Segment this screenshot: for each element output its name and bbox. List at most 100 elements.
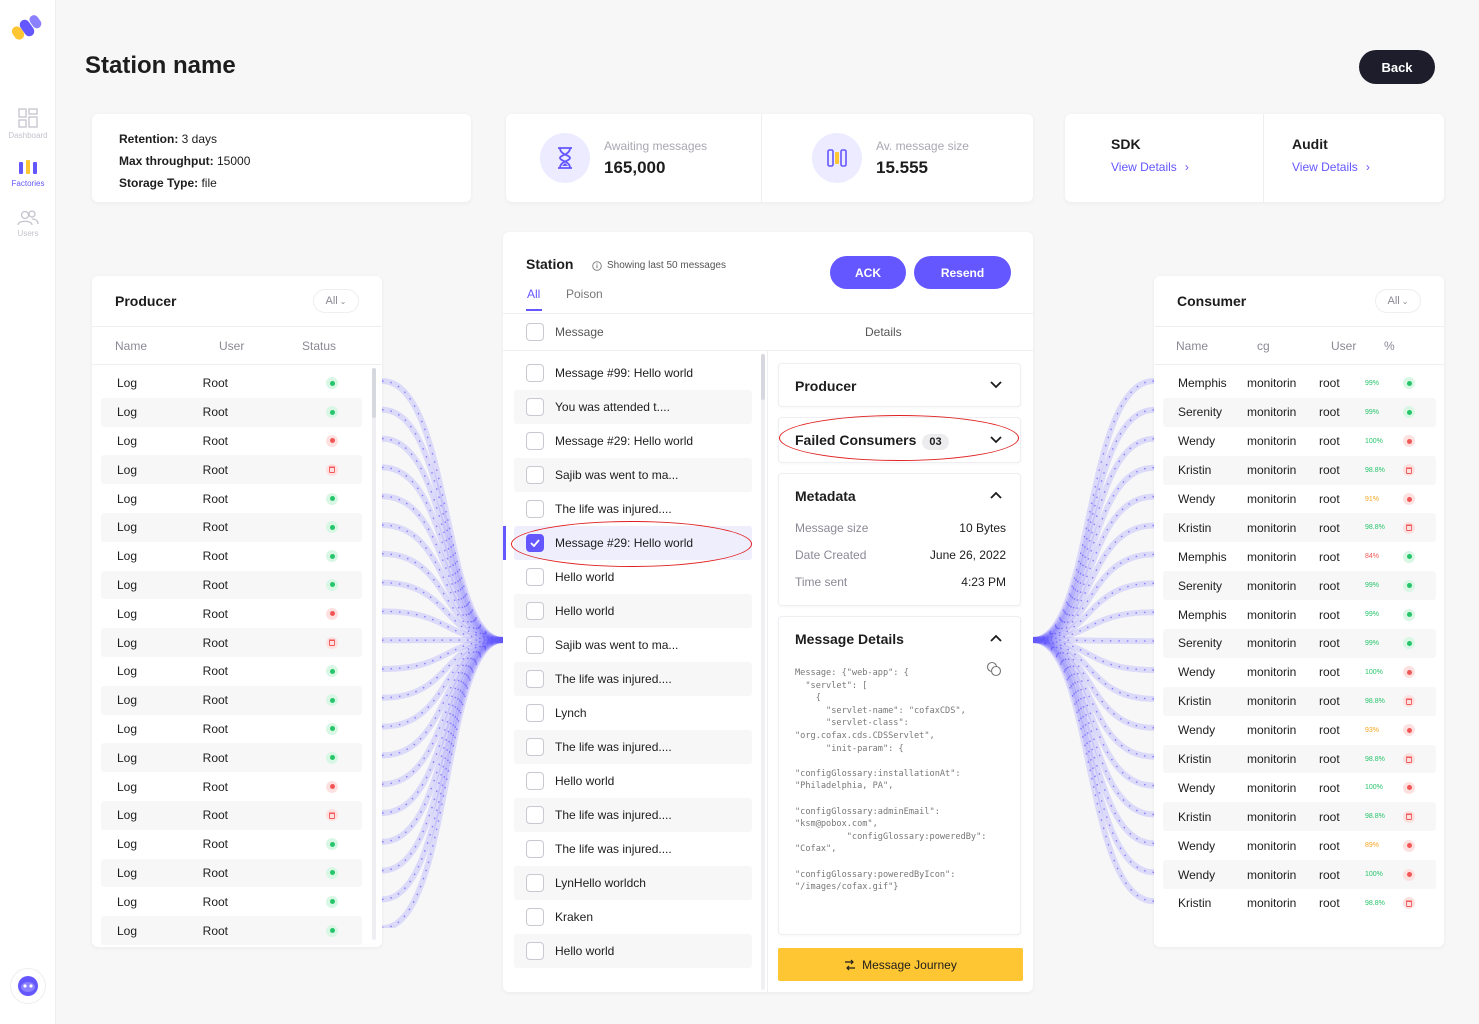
consumer-row[interactable]: Serenity monitorin root 99%: [1163, 571, 1436, 601]
sidebar-item-factories[interactable]: Factories: [0, 160, 56, 188]
status-error-icon: [1403, 781, 1415, 794]
consumer-row[interactable]: Memphis monitorin root 84%: [1163, 542, 1436, 571]
message-row[interactable]: The life was injured....: [514, 798, 752, 832]
message-checkbox[interactable]: [526, 806, 544, 824]
consumer-row[interactable]: Serenity monitorin root 99%: [1163, 397, 1436, 427]
message-checkbox[interactable]: [526, 568, 544, 586]
message-row[interactable]: Hello world: [514, 934, 752, 968]
producer-user: Root: [202, 837, 229, 852]
sidebar-item-dashboard[interactable]: Dashboard: [0, 108, 56, 140]
producer-row[interactable]: Log Root: [101, 657, 362, 686]
consumer-row[interactable]: Serenity monitorin root 99%: [1163, 629, 1436, 658]
message-checkbox[interactable]: [526, 636, 544, 654]
consumer-row[interactable]: Kristin monitorin root 98.8%: [1163, 455, 1436, 485]
producer-row[interactable]: Log Root: [101, 397, 362, 427]
message-row[interactable]: Kraken: [514, 900, 752, 934]
chevron-up-icon[interactable]: [990, 491, 1002, 499]
producer-row[interactable]: Log Root: [101, 484, 362, 513]
select-all-checkbox[interactable]: [526, 323, 544, 341]
audit-view-details-link[interactable]: View Details ›: [1292, 160, 1398, 174]
sidebar-item-users[interactable]: Users: [0, 210, 56, 238]
message-checkbox[interactable]: [526, 670, 544, 688]
message-row[interactable]: Message #29: Hello world: [514, 424, 752, 458]
message-row[interactable]: Message #99: Hello world: [514, 356, 752, 390]
producer-row[interactable]: Log Root: [101, 916, 362, 945]
back-button[interactable]: Back: [1359, 50, 1435, 84]
message-row[interactable]: You was attended t....: [514, 390, 752, 424]
message-checkbox[interactable]: [526, 738, 544, 756]
producer-filter-select[interactable]: All ⌄: [313, 289, 359, 313]
message-checkbox[interactable]: [526, 942, 544, 960]
sdk-view-details-link[interactable]: View Details ›: [1111, 160, 1217, 174]
consumer-row[interactable]: Memphis monitorin root 99%: [1163, 369, 1436, 398]
chevron-up-icon[interactable]: [990, 634, 1002, 642]
message-journey-button[interactable]: Message Journey: [778, 948, 1023, 981]
message-checkbox[interactable]: [526, 704, 544, 722]
producer-row[interactable]: Log Root: [101, 599, 362, 628]
message-row[interactable]: Lynch: [514, 696, 752, 730]
message-checkbox[interactable]: [526, 602, 544, 620]
message-row[interactable]: Sajib was went to ma...: [514, 458, 752, 492]
consumer-row[interactable]: Wendy monitorin root 89%: [1163, 831, 1436, 860]
producer-detail-accordion[interactable]: Producer: [778, 363, 1021, 407]
message-row[interactable]: The life was injured....: [514, 662, 752, 696]
consumer-row[interactable]: Memphis monitorin root 99%: [1163, 600, 1436, 629]
message-row[interactable]: Sajib was went to ma...: [514, 628, 752, 662]
producer-row[interactable]: Log Root: [101, 800, 362, 830]
message-row[interactable]: LynHello worldch: [514, 866, 752, 900]
producer-row[interactable]: Log Root: [101, 427, 362, 456]
consumer-row[interactable]: Kristin monitorin root 98.8%: [1163, 513, 1436, 543]
producer-row[interactable]: Log Root: [101, 830, 362, 859]
message-checkbox[interactable]: [526, 500, 544, 518]
producer-row[interactable]: Log Root: [101, 685, 362, 715]
consumer-row[interactable]: Wendy monitorin root 91%: [1163, 485, 1436, 514]
message-row[interactable]: Hello world: [514, 594, 752, 628]
consumer-row[interactable]: Wendy monitorin root 100%: [1163, 773, 1436, 802]
message-row[interactable]: The life was injured....: [514, 832, 752, 866]
consumer-row[interactable]: Wendy monitorin root 100%: [1163, 427, 1436, 456]
message-checkbox[interactable]: [526, 432, 544, 450]
producer-row[interactable]: Log Root: [101, 455, 362, 485]
message-checkbox[interactable]: [526, 874, 544, 892]
producer-row[interactable]: Log Root: [101, 570, 362, 600]
consumer-row[interactable]: Wendy monitorin root 93%: [1163, 716, 1436, 745]
producer-row[interactable]: Log Root: [101, 858, 362, 888]
ack-button[interactable]: ACK: [830, 256, 906, 289]
message-checkbox[interactable]: [526, 364, 544, 382]
consumer-user: root: [1319, 867, 1340, 882]
tab-all[interactable]: All: [527, 287, 540, 301]
consumer-row[interactable]: Kristin monitorin root 98.8%: [1163, 744, 1436, 774]
consumer-row[interactable]: Wendy monitorin root 100%: [1163, 860, 1436, 890]
consumer-name: Wendy: [1178, 867, 1216, 882]
message-checkbox[interactable]: [526, 398, 544, 416]
consumer-filter-select[interactable]: All ⌄: [1375, 289, 1421, 313]
message-checkbox[interactable]: [526, 840, 544, 858]
consumer-row[interactable]: Kristin monitorin root 98.8%: [1163, 889, 1436, 918]
producer-row[interactable]: Log Root: [101, 512, 362, 542]
consumer-row[interactable]: Kristin monitorin root 98.8%: [1163, 686, 1436, 716]
producer-row[interactable]: Log Root: [101, 887, 362, 916]
tab-poison[interactable]: Poison: [566, 287, 603, 301]
consumer-row[interactable]: Kristin monitorin root 98.8%: [1163, 802, 1436, 832]
message-row[interactable]: Hello world: [514, 764, 752, 798]
producer-row[interactable]: Log Root: [101, 772, 362, 801]
memphis-logo[interactable]: [12, 14, 44, 42]
support-bot-button[interactable]: [10, 968, 46, 1004]
message-scrollbar[interactable]: [761, 354, 765, 990]
producer-row[interactable]: Log Root: [101, 743, 362, 773]
resend-button[interactable]: Resend: [914, 256, 1011, 289]
message-checkbox[interactable]: [526, 908, 544, 926]
producer-scrollbar[interactable]: [372, 368, 376, 940]
producer-row[interactable]: Log Root: [101, 542, 362, 571]
producer-user: Root: [202, 491, 229, 506]
showing-note: Showing last 50 messages: [592, 260, 726, 271]
producer-row[interactable]: Log Root: [101, 628, 362, 657]
message-row[interactable]: The life was injured....: [514, 730, 752, 764]
producer-row[interactable]: Log Root: [101, 369, 362, 398]
consumer-percent: 98.8%: [1365, 697, 1385, 705]
consumer-row[interactable]: Wendy monitorin root 100%: [1163, 658, 1436, 687]
message-checkbox[interactable]: [526, 772, 544, 790]
producer-row[interactable]: Log Root: [101, 715, 362, 744]
message-checkbox[interactable]: [526, 466, 544, 484]
chevron-down-icon: ⌄: [1401, 296, 1409, 306]
